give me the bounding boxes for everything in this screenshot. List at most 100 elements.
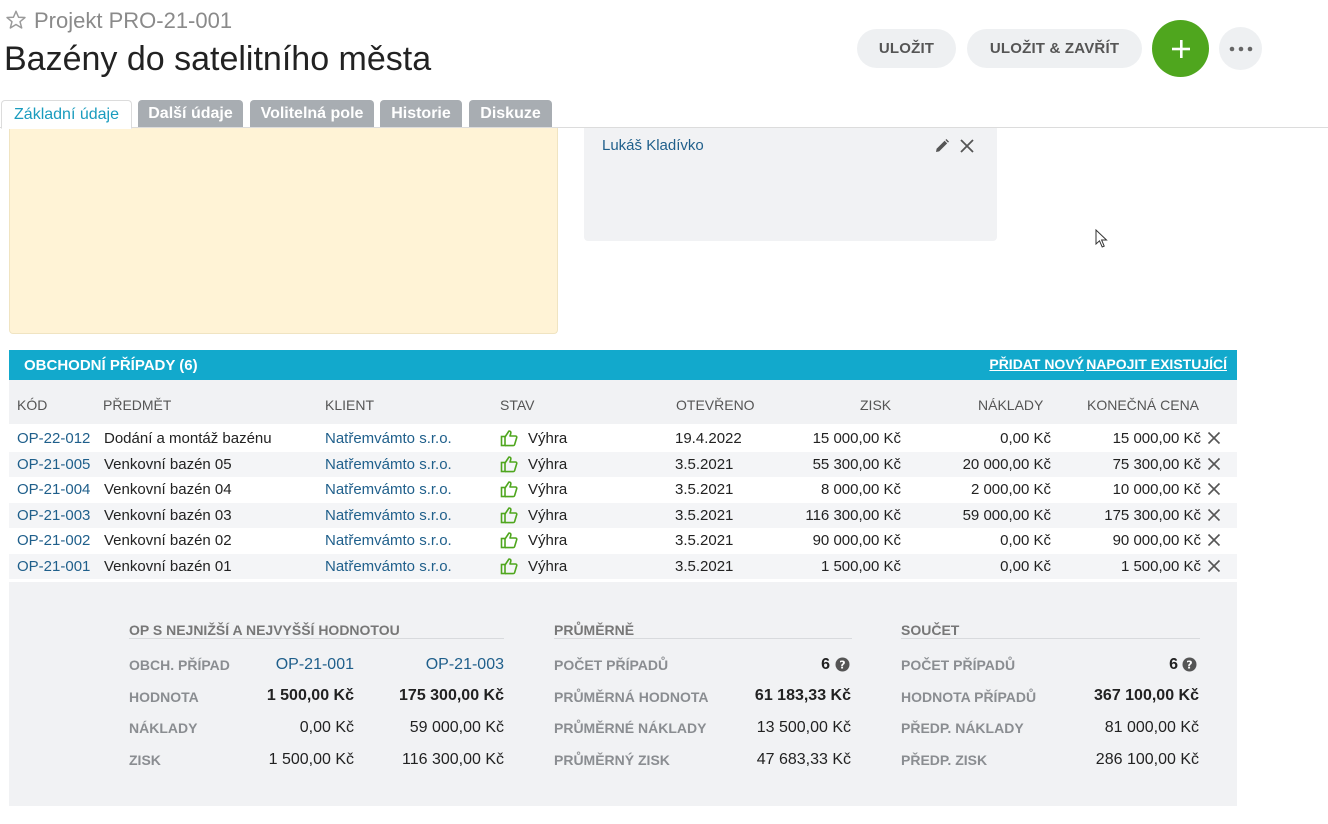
deal-profit: 116 300,00 Kč: [805, 506, 901, 524]
deals-section-header: OBCHODNÍ PŘÍPADY (6) PŘIDAT NOVÝ NAPOJIT…: [9, 350, 1237, 380]
deal-opened-date: 3.5.2021: [675, 481, 734, 498]
add-new-deal-link[interactable]: PŘIDAT NOVÝ: [989, 356, 1084, 372]
person-link[interactable]: Lukáš Kladívko: [602, 137, 704, 154]
remove-row-icon[interactable]: [1207, 457, 1221, 471]
table-row[interactable]: OP-22-012 Dodání a montáž bazénu Natřemv…: [9, 426, 1237, 451]
minmax-high-profit: 116 300,00 Kč: [401, 751, 504, 768]
add-button[interactable]: [1152, 20, 1209, 77]
average-label-costs: PRŮMĚRNÉ NÁKLADY: [554, 720, 707, 736]
remove-row-icon[interactable]: [1207, 431, 1221, 445]
deal-client-link[interactable]: Natřemvámto s.r.o.: [325, 532, 452, 549]
favorite-star-icon[interactable]: [5, 9, 27, 31]
tab-bar: Základní údaje Další údaje Volitelná pol…: [0, 100, 1328, 129]
deal-client-link[interactable]: Natřemvámto s.r.o.: [325, 558, 452, 575]
minmax-label-value: HODNOTA: [129, 689, 199, 705]
tab-more-info[interactable]: Další údaje: [138, 100, 243, 127]
minmax-low-profit: 1 500,00 Kč: [268, 751, 354, 768]
save-button[interactable]: ULOŽIT: [857, 29, 956, 68]
tab-custom-fields[interactable]: Volitelná pole: [250, 100, 374, 127]
people-panel: Lukáš Kladívko: [584, 128, 997, 241]
column-header-client[interactable]: KLIENT: [325, 397, 374, 413]
deal-code-link[interactable]: OP-21-004: [17, 481, 90, 498]
mouse-cursor-icon: [1095, 229, 1108, 248]
deal-code-link[interactable]: OP-21-002: [17, 532, 90, 549]
remove-row-icon[interactable]: [1207, 482, 1221, 496]
deal-subject: Dodání a montáž bazénu: [104, 430, 272, 447]
total-label-count: POČET PŘÍPADŮ: [901, 657, 1016, 673]
close-icon[interactable]: [959, 138, 975, 154]
deal-code-link[interactable]: OP-21-003: [17, 507, 90, 524]
deal-code-link[interactable]: OP-21-001: [17, 558, 90, 575]
deals-title: OBCHODNÍ PŘÍPADY (6): [24, 357, 198, 374]
total-profit: 286 100,00 Kč: [1095, 751, 1199, 768]
note-panel[interactable]: [9, 128, 558, 334]
table-row[interactable]: OP-21-005 Venkovní bazén 05 Natřemvámto …: [9, 451, 1237, 477]
deal-subject: Venkovní bazén 05: [104, 455, 232, 473]
minmax-low-costs: 0,00 Kč: [299, 719, 354, 736]
table-row[interactable]: OP-21-002 Venkovní bazén 02 Natřemvámto …: [9, 528, 1237, 553]
remove-row-icon[interactable]: [1207, 559, 1221, 573]
deal-costs: 0,00 Kč: [1000, 430, 1051, 447]
svg-text:?: ?: [839, 658, 845, 671]
deal-status: Výhra: [528, 455, 568, 473]
total-value: 367 100,00 Kč: [1094, 687, 1199, 704]
deal-status: Výhra: [528, 430, 568, 447]
deal-profit: 90 000,00 Kč: [812, 532, 901, 549]
help-icon[interactable]: ?: [1182, 657, 1197, 672]
column-header-subject[interactable]: PŘEDMĚT: [103, 397, 171, 413]
total-section-title: SOUČET: [901, 622, 960, 638]
table-row[interactable]: OP-21-001 Venkovní bazén 01 Natřemvámto …: [9, 553, 1237, 579]
column-header-opened[interactable]: OTEVŘENO O: [676, 397, 758, 413]
deal-subject: Venkovní bazén 04: [104, 481, 232, 498]
total-count-value: 6: [1169, 656, 1178, 673]
table-row[interactable]: OP-21-004 Venkovní bazén 04 Natřemvámto …: [9, 477, 1237, 502]
deal-client-link[interactable]: Natřemvámto s.r.o.: [325, 507, 452, 524]
minmax-high-deal-link[interactable]: OP-21-003: [426, 656, 504, 674]
save-and-close-button[interactable]: ULOŽIT & ZAVŘÍT: [967, 29, 1142, 68]
deal-client-link[interactable]: Natřemvámto s.r.o.: [325, 430, 452, 447]
minmax-label-costs: NÁKLADY: [129, 720, 198, 736]
column-header-costs[interactable]: NÁKLADY: [978, 397, 1043, 413]
total-costs: 81 000,00 Kč: [1104, 719, 1199, 736]
column-header-status[interactable]: STAV: [500, 397, 535, 413]
average-label-count: POČET PŘÍPADŮ: [554, 657, 669, 673]
deals-table: KÓD PŘEDMĚT KLIENT STAV OTEVŘENO O ZISK …: [9, 380, 1237, 582]
deal-opened-date: 3.5.2021: [675, 557, 734, 575]
deal-costs: 0,00 Kč: [1000, 557, 1051, 575]
minmax-section-title: OP S NEJNIŽŠÍ A NEJVYŠŠÍ HODNOTOU: [129, 622, 400, 638]
table-row[interactable]: OP-21-003 Venkovní bazén 03 Natřemvámto …: [9, 502, 1237, 528]
deal-code-link[interactable]: OP-22-012: [17, 430, 90, 447]
remove-row-icon[interactable]: [1207, 508, 1221, 522]
deal-status: Výhra: [528, 506, 568, 524]
column-header-final-price[interactable]: KONEČNÁ CENA: [1087, 397, 1199, 413]
deal-profit: 8 000,00 Kč: [820, 481, 901, 498]
deal-status: Výhra: [528, 481, 568, 498]
minmax-low-deal-link[interactable]: OP-21-001: [276, 656, 354, 674]
minmax-label-deal: OBCH. PŘÍPAD: [129, 657, 230, 673]
deal-subject: Venkovní bazén 03: [104, 506, 232, 524]
deal-final-price: 75 300,00 Kč: [1112, 455, 1201, 473]
tab-basic-info[interactable]: Základní údaje: [1, 100, 132, 129]
more-horizontal-icon: [1229, 46, 1252, 51]
column-header-profit[interactable]: ZISK: [860, 397, 891, 413]
average-section-title: PRŮMĚRNĚ: [554, 622, 635, 638]
more-options-button[interactable]: [1219, 27, 1262, 70]
tab-history[interactable]: Historie: [380, 100, 462, 127]
thumbs-up-icon: [500, 506, 518, 523]
table-header-row: KÓD PŘEDMĚT KLIENT STAV OTEVŘENO O ZISK …: [9, 380, 1237, 424]
minmax-divider: [129, 638, 504, 639]
deal-client-link[interactable]: Natřemvámto s.r.o.: [325, 456, 452, 473]
minmax-high-costs: 59 000,00 Kč: [409, 719, 504, 736]
deal-client-link[interactable]: Natřemvámto s.r.o.: [325, 481, 452, 498]
help-icon[interactable]: ?: [835, 657, 850, 672]
pencil-icon[interactable]: [934, 138, 950, 154]
deal-code-link[interactable]: OP-21-005: [17, 456, 90, 473]
remove-row-icon[interactable]: [1207, 533, 1221, 547]
thumbs-up-icon: [500, 481, 518, 498]
tab-discussion[interactable]: Diskuze: [469, 100, 552, 127]
link-existing-deal-link[interactable]: NAPOJIT EXISTUJÍCÍ: [1086, 356, 1227, 372]
deal-costs: 20 000,00 Kč: [962, 455, 1051, 473]
deal-costs: 0,00 Kč: [1000, 532, 1051, 549]
deal-opened-date: 3.5.2021: [675, 506, 734, 524]
column-header-code[interactable]: KÓD: [17, 397, 47, 413]
